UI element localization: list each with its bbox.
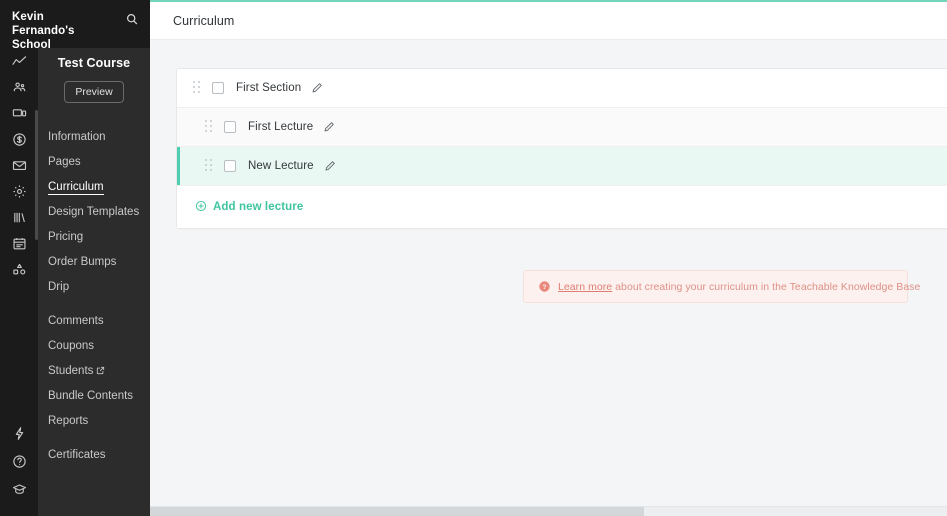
main-content: Curriculum First Section First Lecture N…: [150, 0, 947, 516]
sidebar-item-label: Pricing: [48, 231, 84, 243]
sidebar-item-label: Drip: [48, 281, 70, 293]
add-lecture-row: Add new lecture: [177, 186, 947, 228]
users-icon[interactable]: [0, 74, 38, 100]
mail-icon[interactable]: [0, 152, 38, 178]
curriculum-content: First Section First Lecture New Lecture …: [150, 40, 947, 303]
knowledge-base-banner-wrap: ? Learn more about creating your curricu…: [176, 229, 947, 303]
sidebar-item-drip[interactable]: Drip: [38, 275, 150, 300]
devices-icon[interactable]: [0, 100, 38, 126]
lecture-title: First Lecture: [248, 121, 314, 133]
pencil-icon[interactable]: [311, 82, 323, 94]
rail-bottom-group: [0, 420, 38, 516]
lecture-title: New Lecture: [248, 160, 314, 172]
sidebar-item-label: Pages: [48, 156, 81, 168]
sidebar-item-label: Information: [48, 131, 106, 143]
sidebar-item-design-templates[interactable]: Design Templates: [38, 200, 150, 225]
banner-rest-text: about creating your curriculum in the Te…: [612, 280, 921, 293]
sidebar-item-reports[interactable]: Reports: [38, 409, 150, 434]
sidebar-item-pages[interactable]: Pages: [38, 150, 150, 175]
brand-bar: Kevin Fernando's School: [0, 0, 150, 51]
course-nav-list: Information Pages Curriculum Design Temp…: [38, 125, 150, 468]
banner-text: Learn more about creating your curriculu…: [558, 281, 920, 293]
dollar-circle-icon[interactable]: [0, 126, 38, 152]
curriculum-section-row[interactable]: First Section: [177, 69, 947, 108]
icon-rail: [0, 0, 38, 516]
external-link-icon: [96, 360, 105, 385]
sidebar-item-certificates[interactable]: Certificates: [38, 443, 150, 468]
calendar-icon[interactable]: [0, 230, 38, 256]
drag-handle-icon[interactable]: [205, 159, 215, 173]
sidebar-item-label: Coupons: [48, 340, 95, 352]
shapes-icon[interactable]: [0, 256, 38, 282]
learn-more-link[interactable]: Learn more: [558, 281, 612, 293]
school-name: Kevin Fernando's School: [12, 11, 75, 51]
app-root: Kevin Fernando's School Test Course Prev…: [0, 0, 947, 516]
gear-icon[interactable]: [0, 178, 38, 204]
sidebar-item-label: Certificates: [48, 449, 106, 461]
sidebar-item-label: Students: [48, 365, 94, 377]
lecture-row[interactable]: First Lecture: [177, 108, 947, 147]
plus-circle-icon: [195, 200, 207, 215]
sidebar-item-curriculum[interactable]: Curriculum: [38, 175, 150, 200]
sidebar-item-coupons[interactable]: Coupons: [38, 334, 150, 359]
section-title: First Section: [236, 82, 302, 94]
sidebar-item-label: Comments: [48, 315, 104, 327]
sidebar-item-students[interactable]: Students: [38, 359, 150, 384]
search-icon[interactable]: [124, 11, 140, 27]
horizontal-scrollbar[interactable]: [150, 506, 947, 516]
course-nav-panel: Kevin Fernando's School Test Course Prev…: [0, 0, 150, 516]
sidebar-item-label: Bundle Contents: [48, 390, 134, 402]
add-new-lecture-button[interactable]: Add new lecture: [195, 200, 303, 215]
graduation-cap-icon[interactable]: [0, 476, 38, 502]
knowledge-base-banner: ? Learn more about creating your curricu…: [523, 270, 920, 303]
lightning-icon[interactable]: [0, 420, 38, 446]
horizontal-scrollbar-thumb[interactable]: [150, 507, 645, 516]
drag-handle-icon[interactable]: [193, 81, 203, 95]
pencil-icon[interactable]: [324, 160, 336, 172]
sidebar-item-pricing[interactable]: Pricing: [38, 225, 150, 250]
sidebar-item-label: Curriculum: [48, 181, 104, 195]
lecture-checkbox[interactable]: [224, 160, 236, 172]
sidebar-item-label: Design Templates: [48, 206, 140, 218]
lecture-checkbox[interactable]: [224, 121, 236, 133]
sidebar-item-comments[interactable]: Comments: [38, 309, 150, 334]
course-title: Test Course: [57, 56, 131, 70]
lecture-row[interactable]: New Lecture: [177, 147, 947, 186]
books-icon[interactable]: [0, 204, 38, 230]
preview-button[interactable]: Preview: [64, 81, 124, 103]
help-circle-icon[interactable]: [0, 448, 38, 474]
curriculum-card: First Section First Lecture New Lecture …: [176, 68, 947, 229]
top-accent-rule: [150, 0, 947, 2]
sidebar-item-information[interactable]: Information: [38, 125, 150, 150]
sidebar-item-order-bumps[interactable]: Order Bumps: [38, 250, 150, 275]
pencil-icon[interactable]: [323, 121, 335, 133]
sidebar-item-bundle-contents[interactable]: Bundle Contents: [38, 384, 150, 409]
help-circle-icon: ?: [538, 280, 551, 293]
svg-text:?: ?: [542, 284, 546, 291]
page-topbar: Curriculum: [150, 2, 947, 40]
sidebar-item-label: Reports: [48, 415, 89, 427]
add-new-lecture-label: Add new lecture: [213, 201, 304, 213]
sidebar-item-label: Order Bumps: [48, 256, 117, 268]
page-title: Curriculum: [173, 13, 235, 28]
section-checkbox[interactable]: [212, 82, 224, 94]
drag-handle-icon[interactable]: [205, 120, 215, 134]
